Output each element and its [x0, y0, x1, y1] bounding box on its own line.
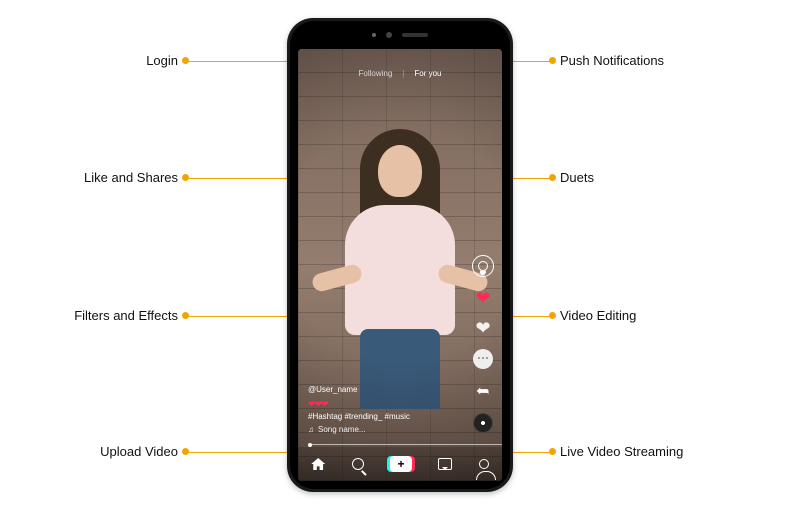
label-login: Login — [146, 53, 178, 68]
callout-line — [186, 61, 294, 62]
phone-notch — [290, 21, 510, 49]
tab-for-you[interactable]: For you — [414, 69, 441, 78]
camera-icon — [386, 32, 392, 38]
inbox-icon — [438, 458, 452, 470]
hashtags-text[interactable]: #Hashtag #trending_ #music — [308, 411, 410, 424]
music-row[interactable]: Song name... — [308, 424, 410, 437]
sensor-icon — [372, 33, 376, 37]
home-icon — [311, 458, 325, 470]
callout-upload-video: Upload Video — [40, 444, 178, 459]
label-live-video-streaming: Live Video Streaming — [560, 444, 683, 459]
callout-like-shares: Like and Shares — [40, 170, 178, 185]
nav-create[interactable]: + — [390, 456, 412, 472]
nav-discover[interactable] — [352, 458, 364, 470]
callout-live-video-streaming: Live Video Streaming — [560, 444, 683, 459]
tab-divider: | — [402, 69, 404, 78]
callout-line — [186, 178, 294, 179]
speaker-icon — [402, 33, 428, 37]
label-push-notifications: Push Notifications — [560, 53, 664, 68]
share-button[interactable]: ➦ — [476, 381, 489, 401]
sound-disc-icon[interactable] — [473, 413, 493, 433]
app-screen: Following | For you ❤ ❤ ➦ @User_name — [298, 49, 502, 481]
like-button[interactable]: ❤ — [475, 289, 490, 307]
song-name: Song name... — [318, 424, 366, 437]
nav-profile[interactable] — [479, 459, 489, 469]
progress-track[interactable] — [308, 444, 502, 445]
feature-diagram: Login Like and Shares Filters and Effect… — [0, 0, 800, 510]
comment-button[interactable] — [473, 349, 493, 369]
label-video-editing: Video Editing — [560, 308, 636, 323]
callout-video-editing: Video Editing — [560, 308, 636, 323]
creator-avatar[interactable] — [472, 255, 494, 277]
nav-inbox[interactable] — [438, 458, 452, 470]
search-icon — [352, 458, 364, 470]
video-info: @User_name ❤❤❤ #Hashtag #trending_ #musi… — [308, 384, 410, 437]
plus-icon: + — [390, 456, 412, 472]
callout-filters-effects: Filters and Effects — [40, 308, 178, 323]
phone-bezel: Following | For you ❤ ❤ ➦ @User_name — [290, 21, 510, 489]
label-filters-effects: Filters and Effects — [74, 308, 178, 323]
label-like-shares: Like and Shares — [84, 170, 178, 185]
callout-login: Login — [40, 53, 178, 68]
label-duets: Duets — [560, 170, 594, 185]
callout-line — [186, 316, 294, 317]
phone-mockup: Following | For you ❤ ❤ ➦ @User_name — [287, 18, 513, 492]
username-text[interactable]: @User_name — [308, 384, 410, 397]
label-upload-video: Upload Video — [100, 444, 178, 459]
tab-following[interactable]: Following — [359, 69, 393, 78]
callout-push-notifications: Push Notifications — [560, 53, 664, 68]
person-icon — [478, 261, 488, 271]
bottom-nav: + — [298, 447, 502, 481]
callout-duets: Duets — [560, 170, 594, 185]
like-secondary-icon: ❤ — [475, 319, 490, 337]
feed-tabs: Following | For you — [298, 69, 502, 78]
like-hearts-icon: ❤❤❤ — [308, 397, 410, 411]
profile-icon — [479, 459, 489, 469]
nav-home[interactable] — [311, 458, 325, 470]
action-sidebar: ❤ ❤ ➦ — [472, 255, 494, 433]
